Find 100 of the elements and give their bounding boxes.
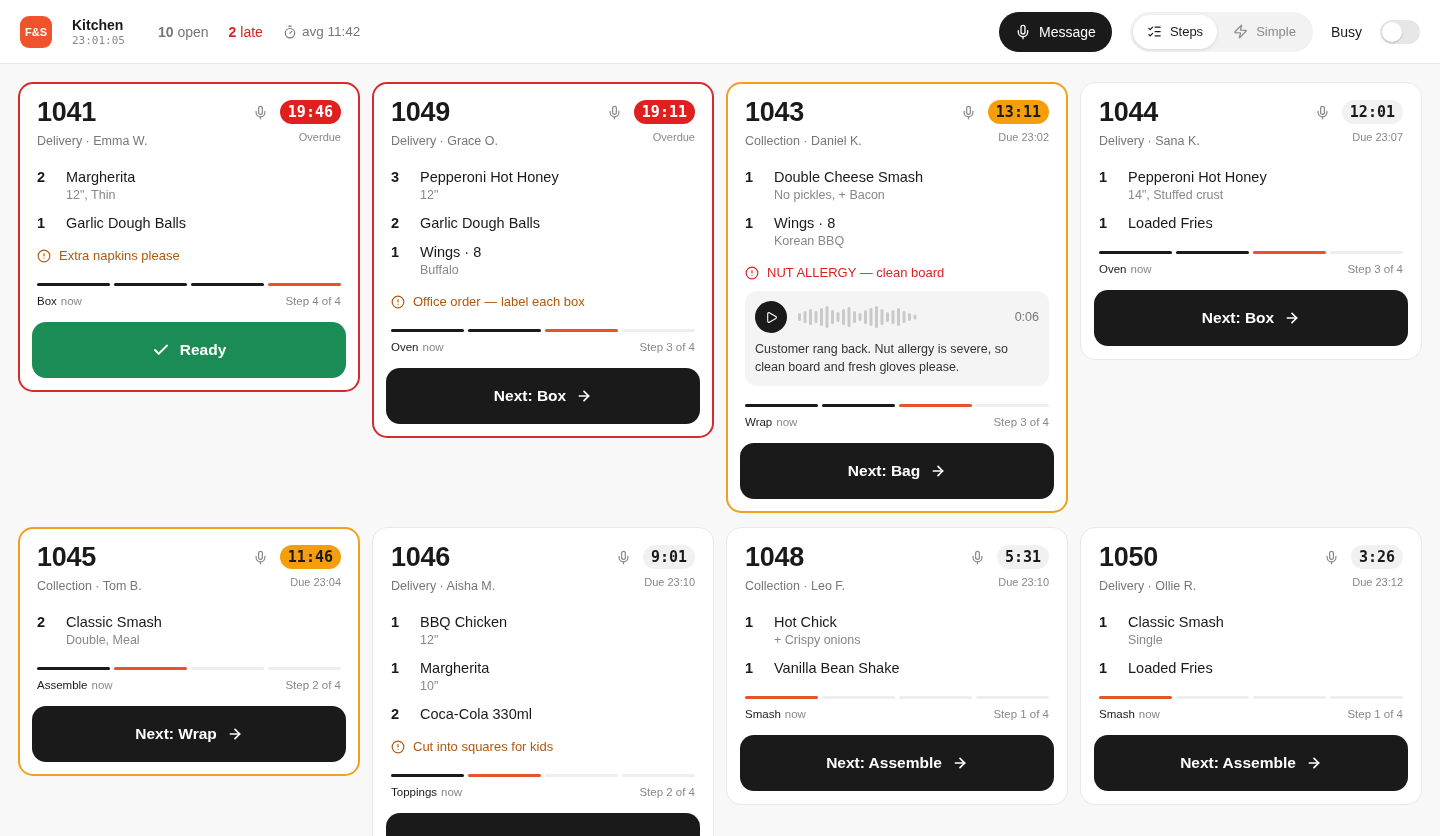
item-name: Classic Smash bbox=[66, 613, 163, 632]
due-time: Due 23:02 bbox=[998, 130, 1049, 144]
order-number: 1044 bbox=[1099, 96, 1159, 128]
alert-text: NUT ALLERGY — clean board bbox=[767, 264, 945, 282]
due-time: Overdue bbox=[298, 130, 341, 144]
item-name: Wings · 8 bbox=[420, 243, 483, 262]
item-quantity: 1 bbox=[37, 214, 47, 233]
clock-time: 23:01:05 bbox=[72, 33, 125, 48]
order-meta: Collection · Leo F. bbox=[745, 578, 846, 594]
due-time: Due 23:04 bbox=[290, 575, 341, 589]
stopwatch-icon bbox=[282, 24, 297, 39]
waveform-icon bbox=[798, 306, 918, 328]
item-note: 14", Stuffed crust bbox=[1128, 187, 1225, 204]
order-meta: Delivery · Grace O. bbox=[391, 133, 498, 149]
view-mode-tab[interactable]: Steps bbox=[1132, 14, 1218, 49]
item-name: Double Cheese Smash bbox=[774, 168, 925, 187]
item-quantity: 1 bbox=[391, 243, 401, 262]
next-step-button[interactable]: Next: Assemble bbox=[740, 735, 1054, 791]
mic-icon[interactable] bbox=[252, 549, 268, 565]
order-number: 1045 bbox=[37, 541, 97, 573]
timer-badge: 3:26 bbox=[1350, 545, 1403, 569]
alert-text: Office order — label each box bbox=[413, 293, 585, 311]
logo: F&S bbox=[20, 15, 52, 48]
due-time: Due 23:10 bbox=[998, 575, 1049, 589]
next-step-button[interactable]: Next: Bag bbox=[740, 443, 1054, 499]
next-step-button[interactable]: Next: Box bbox=[1094, 290, 1408, 346]
order-number: 1050 bbox=[1099, 541, 1159, 573]
current-stage: Oven bbox=[391, 340, 419, 355]
step-count: Step 2 of 4 bbox=[285, 678, 341, 693]
item-name: Margherita bbox=[66, 168, 137, 187]
lightning-icon bbox=[1233, 24, 1249, 39]
ready-button[interactable]: Ready bbox=[32, 322, 346, 378]
open-count: 10 open bbox=[158, 23, 209, 40]
next-step-button[interactable]: Next: Wrap bbox=[32, 706, 346, 762]
timer-badge: 12:01 bbox=[1341, 100, 1403, 124]
stage-time: now bbox=[441, 785, 463, 800]
mic-icon[interactable] bbox=[1314, 104, 1330, 120]
mic-icon[interactable] bbox=[615, 549, 631, 565]
order-meta: Collection · Daniel K. bbox=[745, 133, 862, 149]
busy-toggle[interactable] bbox=[1380, 19, 1420, 44]
order-meta: Delivery · Aisha M. bbox=[391, 578, 496, 594]
item-name: Vanilla Bean Shake bbox=[774, 659, 901, 678]
item-note: 12", Thin bbox=[66, 187, 117, 204]
current-stage: Wrap bbox=[745, 415, 773, 430]
station-title: Kitchen bbox=[72, 15, 125, 34]
item-quantity: 2 bbox=[37, 168, 47, 187]
item-quantity: 2 bbox=[37, 613, 47, 632]
current-stage: Smash bbox=[745, 707, 781, 722]
item-quantity: 1 bbox=[745, 214, 755, 233]
step-count: Step 4 of 4 bbox=[285, 294, 341, 309]
timer-badge: 19:11 bbox=[633, 100, 695, 124]
current-stage: Box bbox=[37, 294, 57, 309]
item-quantity: 1 bbox=[745, 659, 755, 678]
late-count: 2 late bbox=[228, 23, 263, 40]
item-quantity: 2 bbox=[391, 214, 401, 233]
current-stage: Assemble bbox=[37, 678, 88, 693]
item-name: Garlic Dough Balls bbox=[66, 214, 188, 233]
item-name: Margherita bbox=[420, 659, 491, 678]
current-stage: Oven bbox=[1099, 262, 1127, 277]
item-note: 12" bbox=[420, 632, 440, 649]
stage-time: now bbox=[1130, 262, 1152, 277]
item-name: Wings · 8 bbox=[774, 214, 837, 233]
timer-badge: 19:46 bbox=[279, 100, 341, 124]
item-quantity: 1 bbox=[391, 659, 401, 678]
item-name: Hot Chick bbox=[774, 613, 838, 632]
busy-label: Busy bbox=[1330, 23, 1362, 40]
step-count: Step 1 of 4 bbox=[1347, 707, 1403, 722]
play-button[interactable] bbox=[755, 301, 787, 333]
item-note: Double, Meal bbox=[66, 632, 141, 649]
item-note: 12" bbox=[420, 187, 440, 204]
step-count: Step 1 of 4 bbox=[993, 707, 1049, 722]
due-time: Overdue bbox=[652, 130, 695, 144]
stage-time: now bbox=[60, 294, 82, 309]
mic-icon[interactable] bbox=[606, 104, 622, 120]
item-quantity: 1 bbox=[1099, 613, 1109, 632]
mic-icon[interactable] bbox=[252, 104, 268, 120]
stage-time: now bbox=[776, 415, 798, 430]
timer-badge: 5:31 bbox=[996, 545, 1049, 569]
mic-icon[interactable] bbox=[969, 549, 985, 565]
item-note: No pickles, + Bacon bbox=[774, 187, 886, 204]
item-quantity: 1 bbox=[745, 613, 755, 632]
order-meta: Delivery · Sana K. bbox=[1099, 133, 1200, 149]
item-note: Buffalo bbox=[420, 262, 460, 279]
next-step-button[interactable]: Next: Box bbox=[386, 368, 700, 424]
message-button[interactable]: Message bbox=[999, 11, 1112, 52]
item-quantity: 2 bbox=[391, 705, 401, 724]
mic-icon[interactable] bbox=[1323, 549, 1339, 565]
play-icon bbox=[764, 310, 778, 324]
due-time: Due 23:12 bbox=[1352, 575, 1403, 589]
order-number: 1041 bbox=[37, 96, 97, 128]
next-step-button[interactable]: Next: Assemble bbox=[1094, 735, 1408, 791]
order-meta: Delivery · Emma W. bbox=[37, 133, 148, 149]
current-stage: Toppings bbox=[391, 785, 438, 800]
item-name: Loaded Fries bbox=[1128, 659, 1214, 678]
item-note: Korean BBQ bbox=[774, 233, 846, 250]
mic-icon[interactable] bbox=[960, 104, 976, 120]
current-stage: Smash bbox=[1099, 707, 1135, 722]
item-name: Garlic Dough Balls bbox=[420, 214, 542, 233]
item-name: Coca-Cola 330ml bbox=[420, 705, 534, 724]
alert-text: Cut into squares for kids bbox=[413, 738, 554, 756]
